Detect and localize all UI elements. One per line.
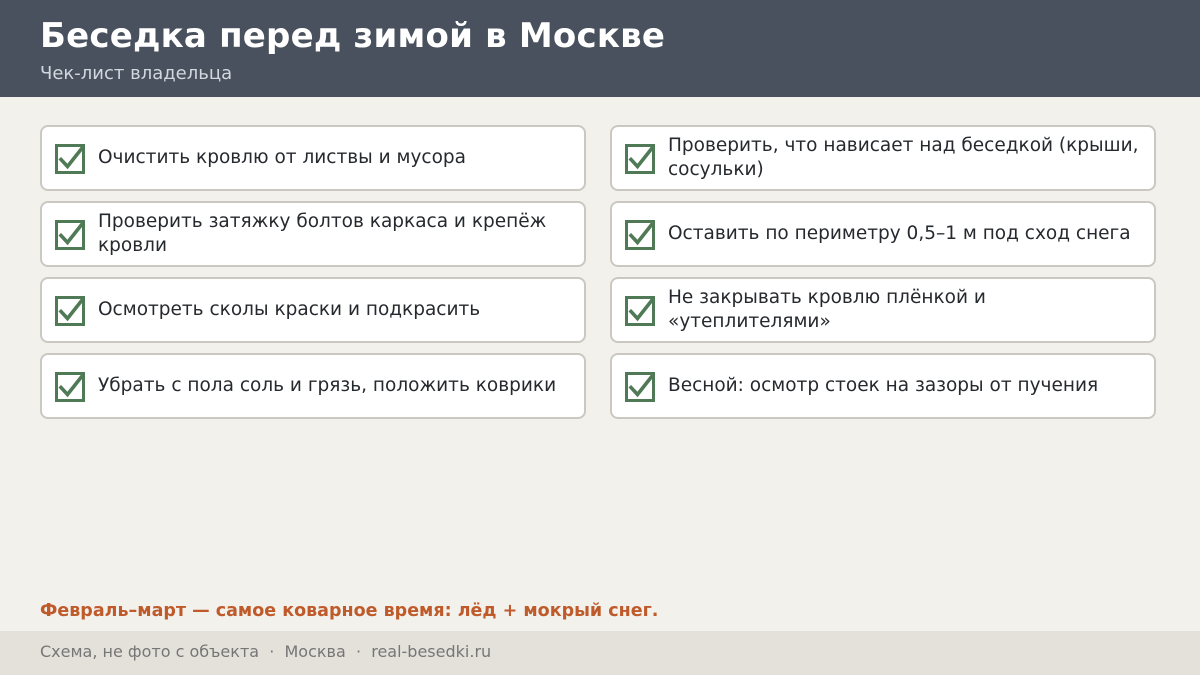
checklist-item[interactable]: Убрать с пола соль и грязь, положить ков… [40, 353, 586, 419]
checklist-item-text: Не закрывать кровлю плёнкой и «утеплител… [668, 287, 986, 332]
page-subtitle: Чек-лист владельца [40, 63, 233, 84]
checklist-item[interactable]: Весной: осмотр стоек на зазоры от пучени… [610, 353, 1156, 419]
checklist-item-text: Проверить, что нависает над беседкой (кр… [668, 135, 1139, 180]
checkbox-checked-icon[interactable] [625, 144, 655, 174]
checklist-item[interactable]: Проверить, что нависает над беседкой (кр… [610, 125, 1156, 191]
checkbox-checked-icon[interactable] [55, 296, 85, 326]
checklist-item-text: Весной: осмотр стоек на зазоры от пучени… [668, 375, 1099, 396]
checklist-item[interactable]: Не закрывать кровлю плёнкой и «утеплител… [610, 277, 1156, 343]
checkbox-checked-icon[interactable] [55, 144, 85, 174]
checkbox-checked-icon[interactable] [55, 220, 85, 250]
checklist-item-text: Убрать с пола соль и грязь, положить ков… [98, 375, 557, 396]
checkbox-checked-icon[interactable] [625, 372, 655, 402]
checklist-item-text: Очистить кровлю от листвы и мусора [98, 147, 467, 168]
footer-text: Схема, не фото с объекта · Москва · real… [40, 642, 492, 661]
checklist-item-text: Осмотреть сколы краски и подкрасить [98, 299, 481, 320]
checklist-grid: Очистить кровлю от листвы и мусора Прове… [40, 125, 1156, 419]
checklist-item[interactable]: Проверить затяжку болтов каркаса и крепё… [40, 201, 586, 267]
checklist-item[interactable]: Осмотреть сколы краски и подкрасить [40, 277, 586, 343]
seasonal-warning-note: Февраль–март — самое коварное время: лёд… [40, 601, 659, 621]
checklist-item-text: Проверить затяжку болтов каркаса и крепё… [98, 211, 547, 256]
header: Беседка перед зимой в Москве Чек-лист вл… [0, 0, 1200, 97]
page-title: Беседка перед зимой в Москве [40, 16, 666, 56]
checklist-item-text: Оставить по периметру 0,5–1 м под сход с… [668, 223, 1131, 244]
checklist-item[interactable]: Оставить по периметру 0,5–1 м под сход с… [610, 201, 1156, 267]
footer: Схема, не фото с объекта · Москва · real… [0, 631, 1200, 675]
checkbox-checked-icon[interactable] [55, 372, 85, 402]
checklist-item[interactable]: Очистить кровлю от листвы и мусора [40, 125, 586, 191]
checkbox-checked-icon[interactable] [625, 220, 655, 250]
checkbox-checked-icon[interactable] [625, 296, 655, 326]
